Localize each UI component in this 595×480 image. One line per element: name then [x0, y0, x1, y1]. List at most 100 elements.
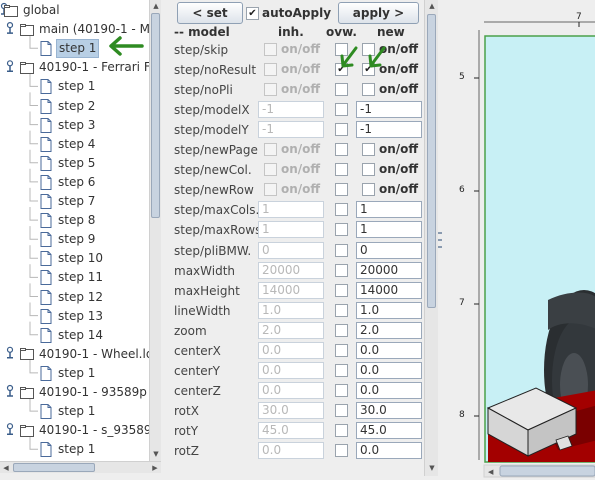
- apply-button[interactable]: apply >: [338, 2, 419, 24]
- overwrite-checkbox[interactable]: [335, 263, 348, 277]
- property-row: step/pliBMW. 0 0: [168, 241, 430, 261]
- overwrite-checkbox[interactable]: [335, 183, 348, 197]
- overwrite-checkbox[interactable]: [335, 343, 348, 357]
- tree-step-node[interactable]: step 4: [40, 135, 97, 154]
- tree-step-node[interactable]: step 2: [40, 97, 97, 116]
- tree-step-node[interactable]: step 1: [40, 77, 97, 96]
- tree-node-label: step 1: [58, 365, 96, 380]
- tree-step-node[interactable]: step 11: [40, 268, 105, 287]
- page-preview-canvas[interactable]: ◀ 7 5 6 7 8: [438, 0, 595, 480]
- tree-folder-node[interactable]: global: [4, 1, 62, 20]
- tree-step-node[interactable]: step 5: [40, 154, 97, 173]
- tree-folder-node[interactable]: 40190-1 - s_93589: [20, 421, 149, 440]
- new-value-field[interactable]: 0.0: [356, 381, 422, 399]
- overwrite-checkbox[interactable]: [335, 403, 348, 417]
- expand-handle-icon[interactable]: [6, 22, 14, 34]
- new-value-field[interactable]: 2.0: [356, 321, 422, 339]
- overwrite-checkbox[interactable]: [335, 103, 348, 117]
- tree-step-node[interactable]: step 3: [40, 116, 97, 135]
- new-value-checkbox[interactable]: [362, 143, 375, 157]
- annotation-arrow-icon: [109, 36, 144, 56]
- new-value-field[interactable]: 14000: [356, 281, 422, 299]
- inherited-onoff-label: on/off: [281, 42, 321, 56]
- properties-vscroll-thumb[interactable]: [427, 14, 436, 308]
- property-name: rotY: [174, 423, 199, 438]
- scroll-down-icon[interactable]: ▼: [150, 448, 162, 460]
- new-value-field[interactable]: 20000: [356, 261, 422, 279]
- tree-vertical-scrollbar[interactable]: ▲ ▼: [149, 0, 161, 461]
- tree-step-node[interactable]: step 8: [40, 211, 97, 230]
- new-value-field[interactable]: 1: [356, 221, 422, 239]
- overwrite-checkbox[interactable]: [335, 383, 348, 397]
- scroll-up-icon[interactable]: ▲: [426, 0, 438, 12]
- scroll-down-icon[interactable]: ▼: [426, 462, 438, 474]
- tree-step-node[interactable]: step 12: [40, 288, 105, 307]
- overwrite-checkbox[interactable]: [335, 323, 348, 337]
- scroll-right-icon[interactable]: ▶: [149, 462, 161, 474]
- autoapply-toggle[interactable]: ✔ autoApply: [246, 6, 331, 20]
- new-value-field[interactable]: 30.0: [356, 401, 422, 419]
- set-button[interactable]: < set: [177, 2, 243, 24]
- new-onoff-label: on/off: [379, 142, 419, 157]
- overwrite-checkbox[interactable]: [335, 423, 348, 437]
- tree-hscroll-thumb[interactable]: [13, 463, 95, 472]
- ruler-left-label: 8: [459, 410, 465, 420]
- new-value-checkbox[interactable]: [362, 83, 375, 97]
- tree-step-node[interactable]: step 1: [40, 402, 97, 421]
- tree-step-node[interactable]: step 13: [40, 307, 105, 326]
- tree-view[interactable]: global main (40190-1 - Mstep 1 40190-1 - F…: [0, 0, 149, 461]
- new-value-field[interactable]: 0.0: [356, 442, 422, 459]
- overwrite-checkbox[interactable]: [335, 163, 348, 177]
- overwrite-checkbox[interactable]: [335, 223, 348, 237]
- new-value-field[interactable]: -1: [356, 121, 422, 139]
- property-row: centerY 0.0 0.0: [168, 361, 430, 381]
- overwrite-checkbox[interactable]: [335, 283, 348, 297]
- overwrite-checkbox[interactable]: [335, 203, 348, 217]
- new-value-field[interactable]: 45.0: [356, 421, 422, 439]
- overwrite-checkbox[interactable]: [335, 444, 348, 457]
- tree-vscroll-thumb[interactable]: [151, 13, 160, 218]
- expand-handle-icon[interactable]: [6, 423, 14, 435]
- scroll-left-icon[interactable]: ◀: [0, 462, 12, 474]
- split-handle-icon[interactable]: [438, 232, 442, 248]
- expand-handle-icon[interactable]: [6, 60, 14, 73]
- tree-step-node[interactable]: step 6: [40, 173, 97, 192]
- tree-step-node[interactable]: step 1: [40, 39, 100, 59]
- properties-vertical-scrollbar[interactable]: ▲ ▼: [424, 0, 438, 476]
- autoapply-checkbox[interactable]: ✔: [246, 6, 259, 20]
- tree-step-node[interactable]: step 10: [40, 249, 105, 268]
- new-column-header: new: [377, 25, 405, 39]
- overwrite-checkbox[interactable]: [335, 303, 348, 317]
- tree-folder-node[interactable]: 40190-1 - Wheel.ld: [20, 345, 149, 364]
- tree-step-node[interactable]: step 1: [40, 440, 97, 459]
- new-value-field[interactable]: 1.0: [356, 301, 422, 319]
- expand-handle-icon[interactable]: [6, 384, 14, 397]
- new-value-field[interactable]: 0.0: [356, 341, 422, 359]
- expand-handle-icon[interactable]: [6, 346, 14, 359]
- tree-step-node[interactable]: step 7: [40, 192, 97, 211]
- overwrite-checkbox[interactable]: [335, 243, 348, 257]
- tree-step-node[interactable]: step 1: [40, 364, 97, 383]
- tree-folder-node[interactable]: 40190-1 - 93589p: [20, 383, 149, 402]
- new-value-field[interactable]: 1: [356, 201, 422, 219]
- scroll-up-icon[interactable]: ▲: [150, 0, 162, 12]
- tree-step-node[interactable]: step 9: [40, 230, 97, 249]
- new-value-field[interactable]: -1: [356, 101, 422, 119]
- overwrite-checkbox[interactable]: [335, 123, 348, 137]
- new-value-checkbox[interactable]: [362, 183, 375, 197]
- overwrite-checkbox[interactable]: [335, 83, 348, 97]
- tree-node-label: step 14: [58, 327, 104, 342]
- new-value-checkbox[interactable]: [362, 163, 375, 177]
- tree-step-node[interactable]: step 14: [40, 326, 105, 345]
- tree-horizontal-scrollbar[interactable]: ◀ ▶: [0, 461, 161, 473]
- inherited-checkbox: [264, 143, 277, 157]
- inherited-value-field: -1: [258, 121, 324, 139]
- overwrite-checkbox[interactable]: [335, 143, 348, 157]
- tree-folder-node[interactable]: 40190-1 - Ferrari F: [20, 58, 149, 77]
- inherited-checkbox: [264, 83, 277, 97]
- tree-node-label: step 13: [58, 308, 104, 323]
- inherited-onoff-label: on/off: [281, 162, 321, 177]
- overwrite-checkbox[interactable]: [335, 363, 348, 377]
- new-value-field[interactable]: 0: [356, 241, 422, 259]
- new-value-field[interactable]: 0.0: [356, 361, 422, 379]
